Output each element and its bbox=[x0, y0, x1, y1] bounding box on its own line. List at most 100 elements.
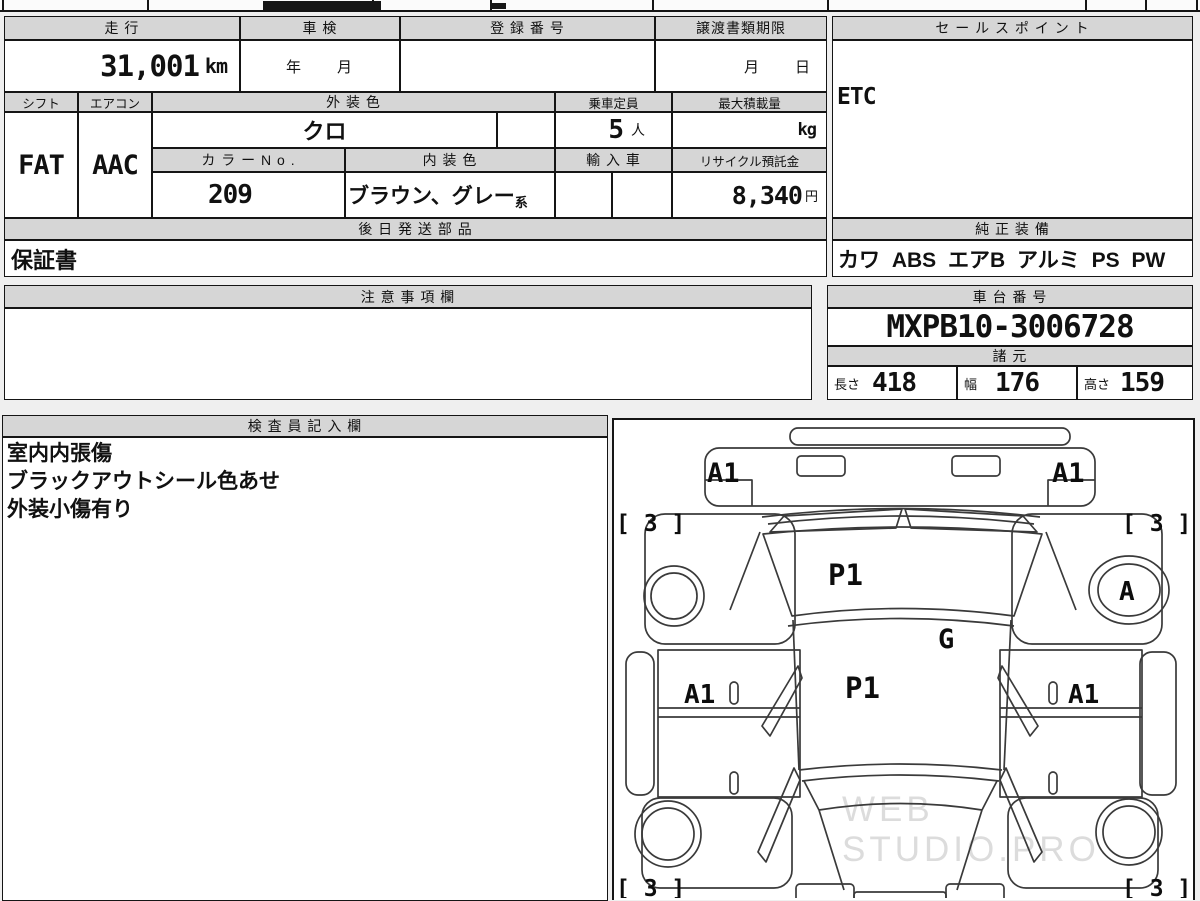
spec-length-value: 418 bbox=[872, 368, 917, 398]
top-row-divider bbox=[652, 0, 654, 12]
sales-point-box: セ ー ル ス ポ イ ン ト ETC 純 正 装 備 カワ ABS エアB ア… bbox=[832, 16, 1193, 277]
damage-mark-glass: G bbox=[938, 624, 954, 655]
cutoff-text-fragment bbox=[263, 1, 381, 10]
import-extra-cell bbox=[612, 172, 672, 218]
recycle-unit: 円 bbox=[804, 188, 818, 204]
notes-body bbox=[4, 308, 812, 400]
tire-mark-front-left: [ 3 ] bbox=[616, 511, 685, 537]
fog-lamp-right bbox=[951, 455, 1001, 477]
recycle-value: 8,340 bbox=[731, 180, 803, 210]
chassis-header: 車 台 番 号 bbox=[827, 285, 1193, 308]
mileage-value-cell: 31,001 km bbox=[4, 40, 240, 92]
notes-box: 注 意 事 項 欄 bbox=[4, 285, 812, 400]
inspector-box: 検 査 員 記 入 欄 室内内張傷 ブラックアウトシール色あせ 外装小傷有り bbox=[2, 415, 608, 901]
max-load-header: 最大積載量 bbox=[672, 92, 827, 112]
damage-mark-front-right: A1 bbox=[1052, 458, 1085, 489]
rear-bumper-left bbox=[795, 883, 855, 898]
shift-value-cell: FAT bbox=[4, 112, 78, 218]
rear-quarter-left bbox=[641, 797, 793, 889]
damage-diagram-box: WEB STUDIO.PRO A1 A1 P1 G P1 A A1 A1 [3… bbox=[612, 418, 1195, 900]
color-no-header: カ ラ ー N o . bbox=[152, 148, 345, 172]
a-pillar-right bbox=[1045, 531, 1077, 611]
tire-mark-rear-right: [ 3 ] bbox=[1122, 876, 1191, 898]
exterior-color-value-cell: クロ bbox=[152, 112, 497, 148]
equipment-header: 純 正 装 備 bbox=[832, 218, 1193, 240]
max-load-unit: kg bbox=[797, 120, 818, 140]
wheel-rear-left bbox=[634, 800, 702, 868]
auction-sheet: { "colors": { "header_bg": "#d6d6d6", "b… bbox=[0, 0, 1200, 901]
transfer-value-cell: 月 日 bbox=[655, 40, 827, 92]
later-parts-header: 後 日 発 送 部 品 bbox=[4, 218, 827, 240]
aircon-value-cell: AAC bbox=[78, 112, 152, 218]
damage-mark-door-left: A1 bbox=[684, 680, 715, 710]
tire-mark-rear-left: [ 3 ] bbox=[616, 876, 685, 898]
inspector-line: 外装小傷有り bbox=[7, 498, 133, 521]
import-header: 輸 入 車 bbox=[555, 148, 672, 172]
interior-color-value-cell: ブラウン、グレー 系 bbox=[345, 172, 555, 218]
pillar-band bbox=[999, 767, 1043, 863]
roof-side-left bbox=[792, 619, 800, 771]
door-handle bbox=[729, 771, 739, 795]
info-table: 走 行 車 検 登 録 番 号 譲渡書類期限 31,001 km 年 月 月 日… bbox=[4, 16, 827, 277]
shaken-value-cell: 年 月 bbox=[240, 40, 400, 92]
top-row-divider bbox=[1085, 0, 1087, 12]
max-load-value-cell: kg bbox=[672, 112, 827, 148]
side-sill-right bbox=[1139, 651, 1177, 796]
rear-window-bottom bbox=[818, 802, 983, 811]
pillar-band bbox=[997, 665, 1039, 737]
hatch-sides bbox=[818, 809, 983, 891]
registration-value-cell bbox=[400, 40, 655, 92]
specs-header: 諸 元 bbox=[827, 346, 1193, 366]
exterior-color-extra-cell bbox=[497, 112, 555, 148]
capacity-value: 5 bbox=[608, 115, 624, 145]
notes-header: 注 意 事 項 欄 bbox=[4, 285, 812, 308]
rear-window-sides bbox=[803, 780, 998, 811]
front-bumper bbox=[704, 447, 1096, 507]
mileage-header: 走 行 bbox=[4, 16, 240, 40]
rear-bumper-right bbox=[945, 883, 1005, 898]
spec-length-cell: 長さ 418 bbox=[827, 366, 957, 400]
spec-height-label: 高さ bbox=[1084, 376, 1111, 392]
top-row-divider bbox=[1145, 0, 1147, 12]
cutoff-text-fragment bbox=[492, 3, 506, 9]
windshield bbox=[762, 526, 1043, 617]
spec-width-label: 幅 bbox=[964, 376, 978, 392]
inspector-body: 室内内張傷 ブラックアウトシール色あせ 外装小傷有り bbox=[2, 437, 608, 901]
roof-rear-edge bbox=[798, 763, 1003, 771]
fog-lamp-left bbox=[796, 455, 846, 477]
spec-width-cell: 幅 176 bbox=[957, 366, 1077, 400]
damage-mark-door-right: A1 bbox=[1068, 680, 1099, 710]
damage-mark-windshield: P1 bbox=[828, 558, 863, 592]
wheel-rear-left-inner bbox=[641, 807, 695, 861]
wheel-rear-right-inner bbox=[1102, 805, 1156, 859]
recycle-header: リサイクル預託金 bbox=[672, 148, 827, 172]
spec-height-cell: 高さ 159 bbox=[1077, 366, 1193, 400]
door-panel-left bbox=[657, 649, 801, 798]
transfer-deadline-header: 譲渡書類期限 bbox=[655, 16, 827, 40]
shaken-header: 車 検 bbox=[240, 16, 400, 40]
a-pillar-left bbox=[729, 531, 761, 611]
inspector-line: ブラックアウトシール色あせ bbox=[7, 470, 280, 493]
mileage-value: 31,001 bbox=[100, 49, 200, 83]
registration-header: 登 録 番 号 bbox=[400, 16, 655, 40]
spec-length-label: 長さ bbox=[834, 376, 861, 392]
recycle-value-cell: 8,340 円 bbox=[672, 172, 827, 218]
interior-color-header: 内 装 色 bbox=[345, 148, 555, 172]
wheel-front-left bbox=[643, 565, 705, 627]
interior-color-value: ブラウン、グレー bbox=[348, 185, 515, 208]
wheel-rear-right bbox=[1095, 798, 1163, 866]
damage-mark-roof: P1 bbox=[845, 671, 880, 705]
roof-front-edge bbox=[787, 617, 1015, 627]
top-row-divider bbox=[1196, 0, 1198, 12]
exterior-color-header: 外 装 色 bbox=[152, 92, 555, 112]
later-parts-value-cell: 保証書 bbox=[4, 240, 827, 277]
sales-point-value: ETC bbox=[837, 84, 877, 110]
aircon-header: エアコン bbox=[78, 92, 152, 112]
inspector-line: 室内内張傷 bbox=[7, 442, 112, 465]
rear-quarter-right bbox=[1007, 797, 1159, 889]
damage-mark-front-left: A1 bbox=[707, 458, 740, 489]
door-handle bbox=[1048, 771, 1058, 795]
sales-point-body: ETC bbox=[832, 40, 1193, 218]
top-row-divider bbox=[827, 0, 829, 12]
sales-point-header: セ ー ル ス ポ イ ン ト bbox=[832, 16, 1193, 40]
